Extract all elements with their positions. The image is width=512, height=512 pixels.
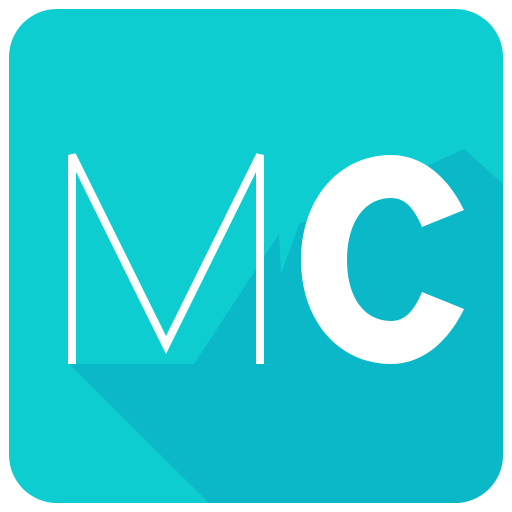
app-icon-artwork: M c (68, 149, 503, 503)
icon-canvas: M c (0, 0, 512, 512)
app-icon: M c (9, 9, 503, 503)
